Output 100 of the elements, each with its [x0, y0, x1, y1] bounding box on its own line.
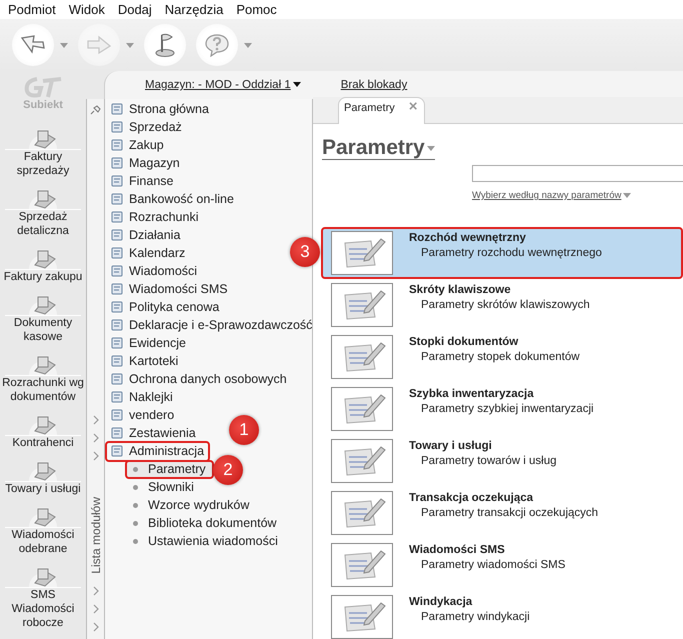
- parameter-description: Parametry towarów i usług: [420, 455, 556, 467]
- filter-link[interactable]: Wybierz według nazwy parametrów: [472, 190, 632, 201]
- menu-item[interactable]: Dodaj: [118, 2, 152, 17]
- module-item[interactable]: Zakup: [105, 134, 170, 156]
- module-item[interactable]: Wiadomości: [105, 260, 204, 282]
- chevron-icon[interactable]: [92, 586, 98, 596]
- module-icon: [110, 300, 125, 314]
- parameter-title: Rozchód wewnętrzny: [409, 232, 527, 244]
- shortcut-button[interactable]: Faktury zakupu: [1, 245, 85, 287]
- page-heading[interactable]: Parametry: [322, 136, 435, 160]
- caret-icon: [623, 192, 632, 198]
- module-icon: [110, 210, 125, 224]
- submodule-item[interactable]: Wzorce wydruków: [125, 496, 258, 514]
- notepad-pencil-icon: [331, 387, 393, 431]
- parameter-row[interactable]: Windykacja Parametry windykacji: [321, 591, 683, 639]
- help-icon: [204, 33, 230, 57]
- parameter-title: Stopki dokumentów: [409, 336, 520, 348]
- parameter-row[interactable]: Towary i usługi Parametry towarów i usług: [321, 435, 683, 487]
- menu-item[interactable]: Podmiot: [8, 2, 56, 17]
- parameter-description: Parametry windykacji: [420, 611, 530, 623]
- chevron-icon[interactable]: [92, 604, 98, 614]
- lock-status-link[interactable]: Brak blokady: [340, 79, 408, 91]
- module-item[interactable]: Kalendarz: [105, 242, 192, 264]
- submodule-item[interactable]: Słowniki: [125, 478, 202, 496]
- menu-item[interactable]: Widok: [68, 2, 105, 17]
- module-item[interactable]: Rozrachunki: [105, 206, 204, 228]
- module-item[interactable]: Działania: [105, 224, 186, 246]
- module-item[interactable]: Ochrona danych osobowych: [105, 368, 293, 390]
- search-field[interactable]: [472, 165, 683, 182]
- notepad-pencil-icon: [331, 335, 393, 379]
- caret-icon[interactable]: [60, 42, 68, 48]
- module-icon: [110, 246, 125, 260]
- module-item[interactable]: Ewidencje: [105, 332, 192, 354]
- module-icon: [110, 120, 125, 134]
- tab-label: Parametry: [344, 102, 395, 114]
- shortcut-button[interactable]: Rozrachunki wg dokumentów: [1, 351, 85, 407]
- submodule-item[interactable]: Ustawienia wiadomości: [125, 532, 286, 550]
- module-icon: [110, 282, 125, 296]
- bullet-icon: [133, 502, 138, 508]
- parameter-title: Skróty klawiszowe: [409, 284, 512, 296]
- parameter-description: Parametry wiadomości SMS: [420, 559, 566, 571]
- module-item[interactable]: vendero: [105, 404, 180, 426]
- notepad-pencil-icon: [331, 231, 393, 275]
- module-icon: [110, 156, 125, 170]
- parameter-title: Wiadomości SMS: [409, 544, 506, 556]
- pin-icon: [90, 105, 102, 115]
- module-item[interactable]: Finanse: [105, 170, 180, 192]
- panel-title: Lista modułów: [88, 497, 102, 574]
- parameter-row[interactable]: Wiadomości SMS Parametry wiadomości SMS: [321, 539, 683, 591]
- help-button[interactable]: [196, 24, 238, 66]
- submodule-item[interactable]: Biblioteka dokumentów: [125, 514, 285, 532]
- step-marker: 1: [229, 415, 259, 445]
- module-icon: [110, 318, 125, 332]
- parameter-row[interactable]: Skróty klawiszowe Parametry skrótów klawiszowych: [321, 279, 683, 331]
- module-item[interactable]: Polityka cenowa: [105, 296, 226, 318]
- submodule-item[interactable]: Parametry: [125, 460, 214, 478]
- parameter-title: Szybka inwentaryzacja: [409, 388, 535, 400]
- bullet-icon: [133, 538, 138, 544]
- flag-icon: [153, 32, 177, 58]
- menu-item[interactable]: Narzędzia: [164, 2, 224, 17]
- menu-item[interactable]: Pomoc: [236, 2, 277, 17]
- module-item[interactable]: Naklejki: [105, 386, 179, 408]
- shortcut-button[interactable]: Kontrahenci: [1, 411, 85, 453]
- bullet-icon: [133, 520, 138, 526]
- parameter-row[interactable]: Szybka inwentaryzacja Parametry szybkiej inwentaryzacji: [321, 383, 683, 435]
- shortcut-button[interactable]: SMS Wiadomości robocze: [1, 563, 85, 633]
- shortcut-button[interactable]: Faktury sprzedaży: [1, 125, 85, 181]
- parameter-row[interactable]: Transakcja oczekująca Parametry transakcji oczekujących: [321, 487, 683, 539]
- module-item[interactable]: Wiadomości SMS: [105, 278, 234, 300]
- step-marker: 2: [213, 455, 243, 485]
- logo-text: Subiekt: [23, 99, 63, 111]
- forward-arrow-icon: [86, 35, 112, 55]
- back-button[interactable]: [12, 24, 54, 66]
- module-item[interactable]: Magazyn: [105, 152, 186, 174]
- module-item[interactable]: Zestawienia: [105, 422, 202, 444]
- tab[interactable]: Parametry ×: [338, 97, 425, 124]
- module-item[interactable]: Strona główna: [105, 98, 215, 120]
- caret-icon: [292, 82, 301, 88]
- shortcut-button[interactable]: Sprzedaż detaliczna: [1, 185, 85, 241]
- module-icon: [110, 264, 125, 278]
- module-icon: [110, 390, 125, 404]
- caret-icon[interactable]: [244, 42, 252, 48]
- parameter-row[interactable]: Stopki dokumentów Parametry stopek dokumentów: [321, 331, 683, 383]
- shortcut-button[interactable]: Towary i usługi: [1, 457, 85, 499]
- parameter-title: Towary i usługi: [409, 440, 493, 452]
- module-icon: [110, 354, 125, 368]
- parameter-description: Parametry skrótów klawiszowych: [420, 299, 590, 311]
- bullet-icon: [133, 466, 138, 472]
- module-icon: [110, 336, 125, 350]
- module-item[interactable]: Bankowość on-line: [105, 188, 240, 210]
- shortcut-button[interactable]: Wiadomości odebrane: [1, 503, 85, 559]
- chevron-icon[interactable]: [92, 622, 98, 632]
- module-icon: [110, 138, 125, 152]
- shortcut-button[interactable]: Dokumenty kasowe: [1, 291, 85, 347]
- module-item[interactable]: Kartoteki: [105, 350, 184, 372]
- flag-button[interactable]: [144, 24, 186, 66]
- module-item[interactable]: Sprzedaż: [105, 116, 188, 138]
- notepad-pencil-icon: [331, 491, 393, 535]
- warehouse-link[interactable]: Magazyn: - MOD - Oddział 1: [145, 79, 301, 91]
- module-item[interactable]: Deklaracje i e-Sprawozdawczość: [105, 314, 318, 336]
